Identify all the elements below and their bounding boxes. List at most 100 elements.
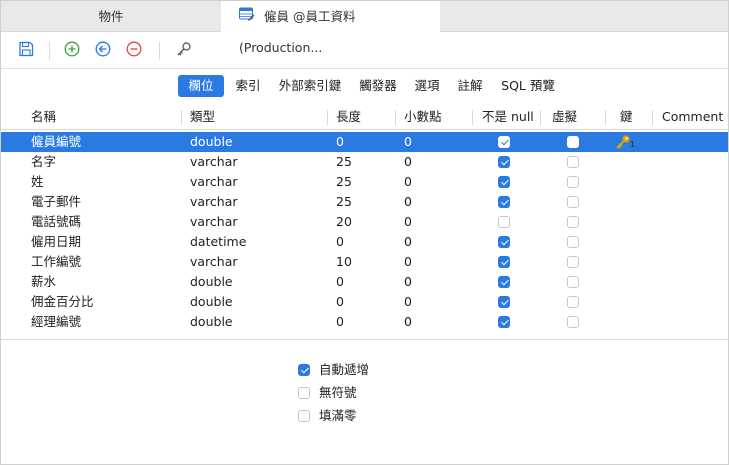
not-null-checkbox[interactable] (498, 136, 510, 148)
field-type-cell[interactable]: varchar (190, 172, 238, 192)
table-row[interactable]: 工作編號 varchar 10 0 (1, 252, 728, 272)
table-row[interactable]: 僱用日期 datetime 0 0 (1, 232, 728, 252)
unsigned-checkbox[interactable] (298, 387, 310, 399)
tab-fields[interactable]: 欄位 (178, 75, 224, 97)
field-name-cell[interactable]: 姓 (31, 172, 44, 192)
field-decimals-cell[interactable]: 0 (404, 152, 412, 172)
field-length-cell[interactable]: 0 (336, 232, 344, 252)
field-decimals-cell[interactable]: 0 (404, 272, 412, 292)
field-name-cell[interactable]: 薪水 (31, 272, 56, 292)
column-separator[interactable] (540, 110, 541, 125)
tab-foreign-keys[interactable]: 外部索引鍵 (273, 75, 347, 97)
tab-options[interactable]: 選項 (408, 75, 446, 97)
field-decimals-cell[interactable]: 0 (404, 252, 412, 272)
table-row[interactable]: 僱員編號 double 0 0 1 (1, 132, 728, 152)
column-header-not-null[interactable]: 不是 null (482, 105, 534, 130)
field-type-cell[interactable]: varchar (190, 212, 238, 232)
field-decimals-cell[interactable]: 0 (404, 212, 412, 232)
field-type-cell[interactable]: double (190, 292, 233, 312)
column-header-comment[interactable]: Comment (662, 105, 723, 130)
field-length-cell[interactable]: 0 (336, 272, 344, 292)
column-separator[interactable] (395, 110, 396, 125)
virtual-checkbox[interactable] (567, 276, 579, 288)
column-separator[interactable] (181, 110, 182, 125)
not-null-checkbox[interactable] (498, 196, 510, 208)
field-decimals-cell[interactable]: 0 (404, 292, 412, 312)
column-separator[interactable] (472, 110, 473, 125)
not-null-checkbox[interactable] (498, 276, 510, 288)
virtual-checkbox[interactable] (567, 236, 579, 248)
virtual-checkbox[interactable] (567, 196, 579, 208)
column-header-length[interactable]: 長度 (336, 105, 361, 130)
field-decimals-cell[interactable]: 0 (404, 232, 412, 252)
primary-key-cell[interactable]: 1 (615, 134, 637, 150)
field-name-cell[interactable]: 經理編號 (31, 312, 81, 332)
field-type-cell[interactable]: varchar (190, 152, 238, 172)
field-name-cell[interactable]: 名字 (31, 152, 56, 172)
field-name-cell[interactable]: 電話號碼 (31, 212, 81, 232)
panel-divider[interactable] (1, 339, 728, 340)
virtual-checkbox[interactable] (567, 256, 579, 268)
tab-table-design[interactable]: 僱員 @員工資料 (Production... (221, 1, 440, 55)
column-header-key[interactable]: 鍵 (620, 105, 633, 130)
field-length-cell[interactable]: 25 (336, 192, 352, 212)
table-row[interactable]: 電子郵件 varchar 25 0 (1, 192, 728, 212)
column-header-name[interactable]: 名稱 (31, 105, 56, 130)
save-button[interactable] (17, 41, 35, 59)
column-header-decimals[interactable]: 小數點 (404, 105, 442, 130)
field-decimals-cell[interactable]: 0 (404, 192, 412, 212)
field-length-cell[interactable]: 0 (336, 132, 344, 152)
field-length-cell[interactable]: 0 (336, 292, 344, 312)
field-type-cell[interactable]: datetime (190, 232, 246, 252)
insert-field-button[interactable] (94, 41, 112, 59)
column-separator[interactable] (652, 110, 653, 125)
field-name-cell[interactable]: 佣金百分比 (31, 292, 94, 312)
field-name-cell[interactable]: 僱員編號 (31, 132, 81, 152)
field-length-cell[interactable]: 20 (336, 212, 352, 232)
table-row[interactable]: 姓 varchar 25 0 (1, 172, 728, 192)
not-null-checkbox[interactable] (498, 236, 510, 248)
field-decimals-cell[interactable]: 0 (404, 172, 412, 192)
tab-sql-preview[interactable]: SQL 預覽 (496, 75, 560, 97)
add-field-button[interactable] (63, 41, 81, 59)
not-null-checkbox[interactable] (498, 256, 510, 268)
virtual-checkbox[interactable] (567, 216, 579, 228)
field-type-cell[interactable]: double (190, 272, 233, 292)
not-null-checkbox[interactable] (498, 156, 510, 168)
delete-field-button[interactable] (125, 41, 143, 59)
field-type-cell[interactable]: varchar (190, 252, 238, 272)
virtual-checkbox[interactable] (567, 296, 579, 308)
field-type-cell[interactable]: varchar (190, 192, 238, 212)
field-length-cell[interactable]: 25 (336, 152, 352, 172)
field-length-cell[interactable]: 10 (336, 252, 352, 272)
zerofill-checkbox[interactable] (298, 410, 310, 422)
field-length-cell[interactable]: 25 (336, 172, 352, 192)
field-length-cell[interactable]: 0 (336, 312, 344, 332)
column-header-type[interactable]: 類型 (190, 105, 215, 130)
table-row[interactable]: 薪水 double 0 0 (1, 272, 728, 292)
field-type-cell[interactable]: double (190, 132, 233, 152)
auto-increment-checkbox[interactable] (298, 364, 310, 376)
virtual-checkbox[interactable] (567, 136, 579, 148)
field-decimals-cell[interactable]: 0 (404, 312, 412, 332)
not-null-checkbox[interactable] (498, 316, 510, 328)
field-name-cell[interactable]: 工作編號 (31, 252, 81, 272)
tab-triggers[interactable]: 觸發器 (352, 75, 404, 97)
field-decimals-cell[interactable]: 0 (404, 132, 412, 152)
table-row[interactable]: 佣金百分比 double 0 0 (1, 292, 728, 312)
table-row[interactable]: 電話號碼 varchar 20 0 (1, 212, 728, 232)
primary-key-button[interactable] (175, 41, 193, 59)
field-name-cell[interactable]: 電子郵件 (31, 192, 81, 212)
not-null-checkbox[interactable] (498, 296, 510, 308)
table-row[interactable]: 名字 varchar 25 0 (1, 152, 728, 172)
field-type-cell[interactable]: double (190, 312, 233, 332)
tab-objects[interactable]: 物件 (1, 1, 221, 32)
column-separator[interactable] (605, 110, 606, 125)
virtual-checkbox[interactable] (567, 176, 579, 188)
not-null-checkbox[interactable] (498, 176, 510, 188)
not-null-checkbox[interactable] (498, 216, 510, 228)
column-header-virtual[interactable]: 虛擬 (552, 105, 577, 130)
field-name-cell[interactable]: 僱用日期 (31, 232, 81, 252)
table-row[interactable]: 經理編號 double 0 0 (1, 312, 728, 332)
tab-comment[interactable]: 註解 (450, 75, 490, 97)
